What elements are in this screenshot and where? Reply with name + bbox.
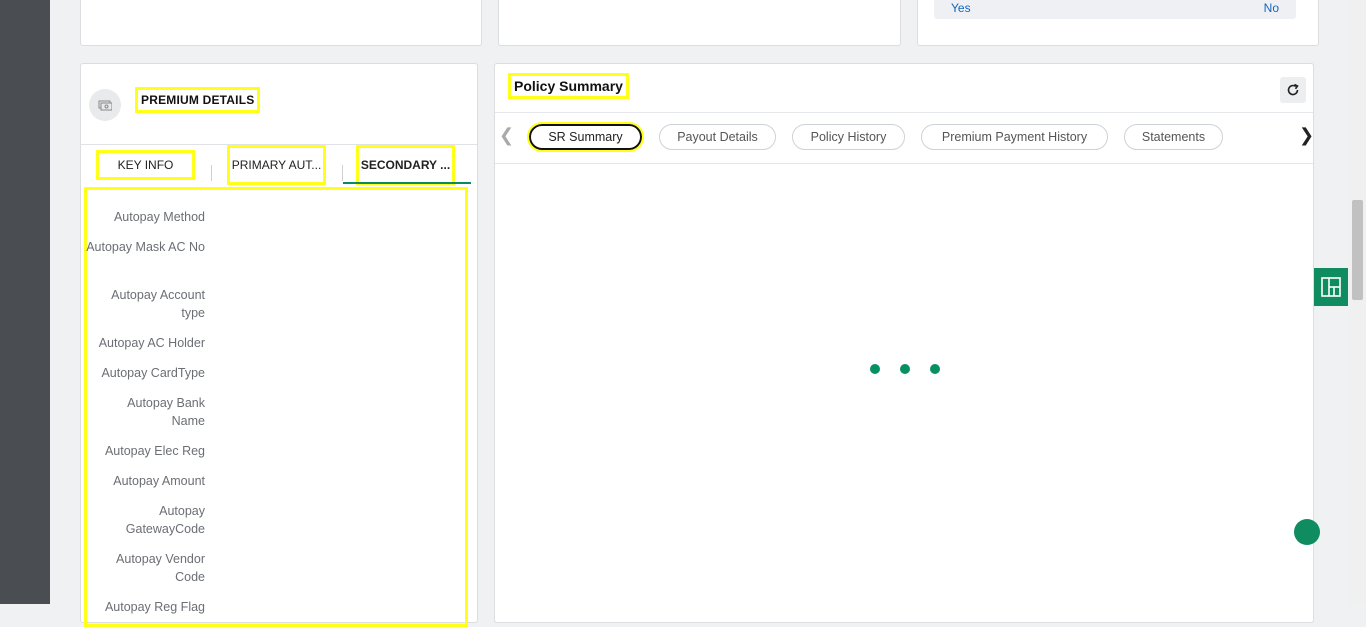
refresh-icon xyxy=(1287,83,1299,96)
top-card-3: Yes No xyxy=(917,0,1319,46)
policy-summary-title: Policy Summary xyxy=(508,73,629,99)
field-label: Autopay Mask AC No xyxy=(86,240,205,254)
chevron-right-icon[interactable]: ❯ xyxy=(1299,125,1314,146)
no-link[interactable]: No xyxy=(1264,1,1279,15)
premium-tabs: KEY INFO PRIMARY AUT... SECONDARY ... xyxy=(81,144,477,185)
tab-divider xyxy=(342,165,343,181)
field-label: Autopay CardType xyxy=(101,366,205,380)
top-card-1 xyxy=(80,0,482,46)
policy-tabs: ❮ SR Summary Payout Details Policy Histo… xyxy=(495,112,1314,164)
field-label: Autopay Method xyxy=(113,210,205,224)
money-icon xyxy=(89,89,121,121)
field-label: Autopay GatewayCode xyxy=(125,504,205,536)
top-card-2 xyxy=(498,0,901,46)
loading-dot xyxy=(900,364,910,374)
scrollbar-thumb[interactable] xyxy=(1352,200,1363,300)
yes-no-row: Yes No xyxy=(934,0,1296,19)
tab-secondary-autopay[interactable]: SECONDARY ... xyxy=(356,145,455,185)
chat-button[interactable] xyxy=(1294,519,1320,545)
tab-primary-autopay[interactable]: PRIMARY AUT... xyxy=(227,145,326,185)
field-label: Autopay Reg Flag xyxy=(104,600,205,614)
tab-payout-details[interactable]: Payout Details xyxy=(659,124,776,150)
field-label: Autopay Bank Name xyxy=(127,396,205,428)
premium-details-title: PREMIUM DETAILS xyxy=(134,87,261,113)
field-label: Autopay Elec Reg xyxy=(104,444,205,458)
left-rail xyxy=(0,0,50,604)
tab-statements[interactable]: Statements xyxy=(1124,124,1223,150)
field-label: Autopay Account type xyxy=(111,288,205,320)
loading-dot xyxy=(930,364,940,374)
tab-sr-summary[interactable]: SR Summary xyxy=(527,122,644,152)
policy-summary-card: Policy Summary ❮ SR Summary Payout Detai… xyxy=(494,63,1314,623)
tab-policy-history[interactable]: Policy History xyxy=(792,124,905,150)
field-label: Autopay Vendor Code xyxy=(116,552,205,584)
premium-details-card: PREMIUM DETAILS KEY INFO PRIMARY AUT... … xyxy=(80,63,478,627)
loading-dot xyxy=(870,364,880,374)
tab-premium-payment-history[interactable]: Premium Payment History xyxy=(921,124,1108,150)
layout-icon xyxy=(1321,277,1341,297)
field-label: Autopay Amount xyxy=(113,474,205,488)
refresh-button[interactable] xyxy=(1280,77,1306,103)
chevron-left-icon[interactable]: ❮ xyxy=(499,125,514,146)
active-tab-underline xyxy=(343,182,471,184)
page-scrollbar[interactable] xyxy=(1349,0,1366,604)
yes-link[interactable]: Yes xyxy=(951,1,971,15)
field-label: Autopay AC Holder xyxy=(98,336,205,350)
layout-widget-button[interactable] xyxy=(1314,268,1348,306)
autopay-fields: Autopay Method Autopay Mask AC No Autopa… xyxy=(84,187,468,627)
tab-divider xyxy=(211,165,212,181)
tab-key-info[interactable]: KEY INFO xyxy=(96,150,195,180)
